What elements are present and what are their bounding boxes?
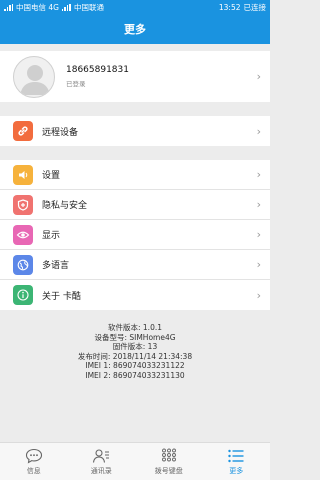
menu-label: 关于 卡酷 bbox=[42, 291, 81, 302]
tab-contacts[interactable]: 通讯录 bbox=[68, 443, 136, 480]
software-version: 软件版本: 1.0.1 bbox=[108, 323, 162, 332]
profile-card[interactable]: 18665891831 已登录 › bbox=[0, 51, 270, 102]
signal-icon bbox=[61, 3, 71, 11]
avatar bbox=[13, 55, 55, 98]
menu-icon bbox=[228, 448, 244, 465]
phone-number: 18665891831 bbox=[66, 65, 129, 75]
tab-more[interactable]: 更多 bbox=[203, 443, 271, 480]
tab-label: 更多 bbox=[229, 466, 244, 475]
contacts-icon bbox=[92, 448, 110, 465]
tab-label: 拨号键盘 bbox=[154, 466, 183, 475]
remote-device-group: 远程设备 › bbox=[0, 116, 270, 146]
menu-label: 设置 bbox=[42, 171, 61, 181]
carrier-1: 中国电信 4G bbox=[16, 2, 59, 12]
globe-icon bbox=[13, 254, 33, 275]
dialpad-icon bbox=[161, 448, 177, 465]
menu-label: 多语言 bbox=[42, 261, 70, 271]
speaker-icon bbox=[13, 164, 33, 185]
info-icon bbox=[13, 285, 33, 305]
version-info: 软件版本: 1.0.1 设备型号: SIMHome4G 固件版本: 13 发布时… bbox=[0, 323, 270, 380]
imei-2: IMEI 2: 869074033231130 bbox=[85, 370, 185, 380]
menu-item-settings[interactable]: 设置 › bbox=[0, 160, 270, 190]
tab-label: 通讯录 bbox=[90, 466, 112, 475]
firmware-version: 固件版本: 13 bbox=[112, 342, 158, 351]
time: 13:52 bbox=[218, 2, 241, 12]
connection-status: 已连接 bbox=[243, 2, 267, 12]
menu-label: 隐私与安全 bbox=[42, 201, 88, 211]
status-bar: 中国电信 4G 中国联通 13:52 已连接 bbox=[0, 0, 270, 14]
chevron-right-icon: › bbox=[256, 258, 261, 271]
menu-label: 远程设备 bbox=[42, 127, 79, 138]
settings-group: 设置 › 隐私与安全 › 显示 › 多语言 › 关于 卡酷 › bbox=[0, 160, 270, 310]
imei-1: IMEI 1: 869074033231122 bbox=[85, 361, 185, 370]
carrier-2: 中国联通 bbox=[73, 2, 104, 12]
user-icon bbox=[20, 64, 50, 95]
menu-item-privacy-security[interactable]: 隐私与安全 › bbox=[0, 190, 270, 220]
chevron-right-icon: › bbox=[256, 168, 261, 181]
menu-item-display[interactable]: 显示 › bbox=[0, 220, 270, 250]
page-title-bar: 更多 bbox=[0, 14, 270, 44]
signal-icon bbox=[4, 3, 13, 11]
release-time: 发布时间: 2018/11/14 21:34:38 bbox=[77, 351, 193, 361]
eye-icon bbox=[13, 224, 33, 245]
chevron-right-icon: › bbox=[256, 288, 261, 302]
shield-icon bbox=[13, 194, 33, 215]
login-status: 已登录 bbox=[66, 80, 86, 88]
chevron-right-icon: › bbox=[256, 124, 261, 138]
tab-label: 信息 bbox=[26, 466, 41, 475]
menu-label: 显示 bbox=[42, 231, 61, 241]
device-model: 设备型号: SIMHome4G bbox=[94, 332, 176, 342]
page-title: 更多 bbox=[124, 23, 146, 36]
menu-item-language[interactable]: 多语言 › bbox=[0, 250, 270, 280]
tab-messages[interactable]: 信息 bbox=[0, 443, 68, 480]
chevron-right-icon: › bbox=[256, 228, 261, 241]
tab-dialpad[interactable]: 拨号键盘 bbox=[135, 443, 203, 480]
bottom-tab-bar: 信息 通讯录 拨号键盘 更多 bbox=[0, 442, 270, 480]
menu-item-remote-device[interactable]: 远程设备 › bbox=[0, 116, 270, 146]
chevron-right-icon: › bbox=[256, 198, 261, 211]
link-icon bbox=[13, 121, 33, 141]
menu-item-about[interactable]: 关于 卡酷 › bbox=[0, 280, 270, 310]
chat-icon bbox=[25, 448, 43, 465]
chevron-right-icon: › bbox=[256, 70, 261, 83]
